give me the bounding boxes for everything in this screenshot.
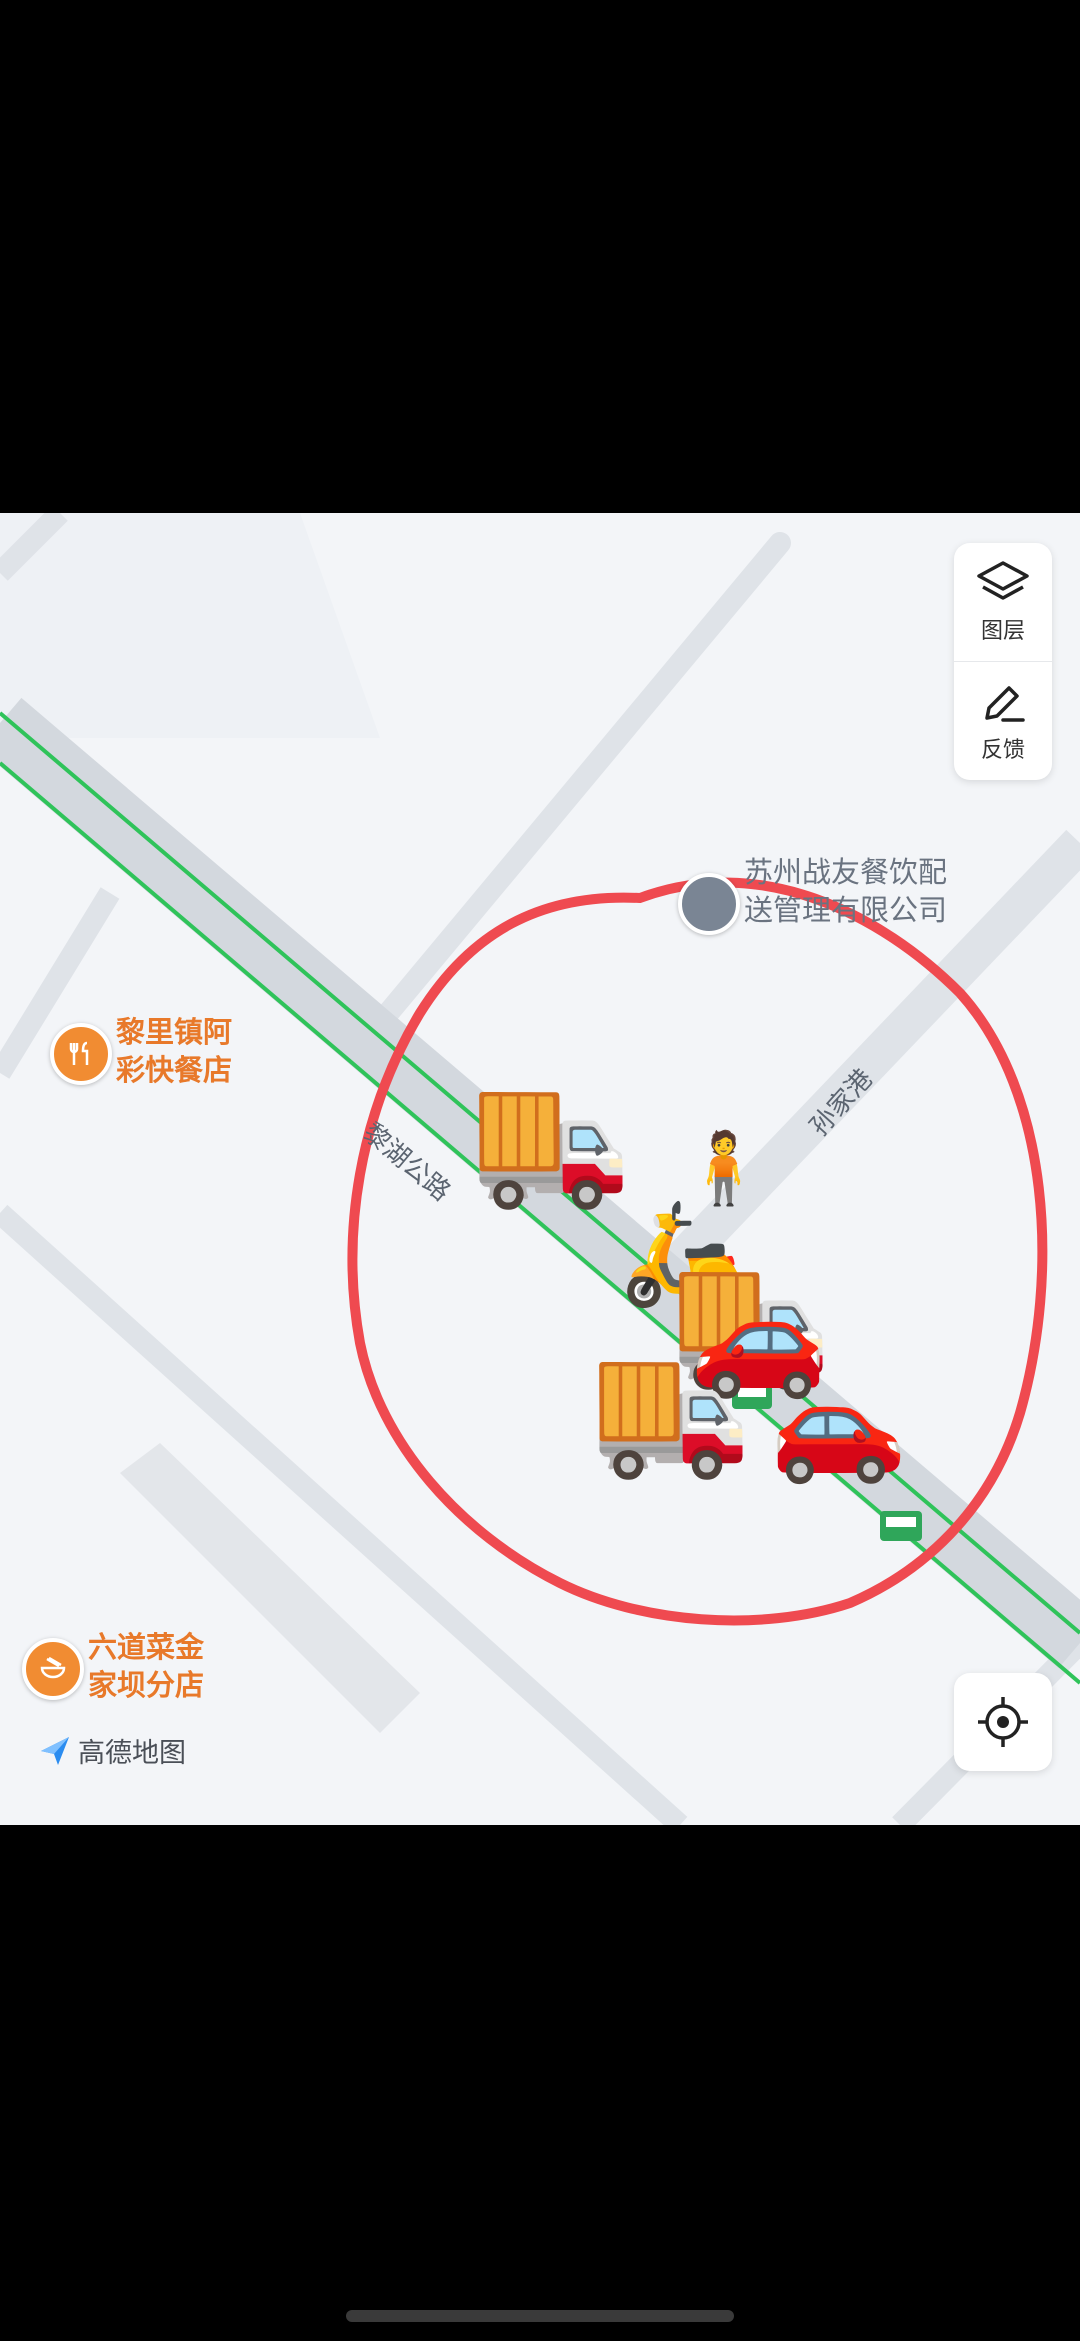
edit-pen-icon (985, 686, 1025, 722)
restaurant-poi-label[interactable]: 六道菜金 家坝分店 (88, 1628, 204, 1704)
provider-logo: 高德地图 (38, 1731, 186, 1770)
building-icon[interactable] (678, 873, 740, 935)
map-view[interactable]: 黎湖公路 孙家港 苏州战友餐饮配 送管理有限公司 黎里镇阿 彩快餐店 六道菜金 … (0, 513, 1080, 1825)
map-block (0, 513, 380, 738)
delivery-truck-icon: 🚚 (590, 1332, 752, 1484)
layers-button[interactable]: 图层 (954, 543, 1052, 661)
noodle-bowl-icon[interactable] (22, 1638, 84, 1700)
layers-icon (977, 561, 1029, 600)
amap-logo-icon (41, 1736, 69, 1765)
company-poi-label[interactable]: 苏州战友餐饮配 送管理有限公司 (744, 853, 947, 929)
person-icon: 🧍 (680, 1127, 768, 1209)
red-car-icon: 🚗 (770, 1359, 907, 1487)
restaurant-poi-label[interactable]: 黎里镇阿 彩快餐店 (116, 1013, 232, 1089)
delivery-truck-icon: 🚚 (470, 1062, 632, 1214)
provider-logo-text: 高德地图 (78, 1738, 186, 1769)
fork-knife-icon[interactable] (50, 1023, 112, 1085)
bus-stop-icon (880, 1511, 922, 1541)
layers-label: 图层 (980, 619, 1025, 644)
map-controls: 图层 反馈 (954, 543, 1052, 780)
home-indicator[interactable] (346, 2310, 734, 2322)
crosshair-icon (978, 1697, 1028, 1747)
feedback-button[interactable]: 反馈 (954, 661, 1052, 780)
minor-road (369, 532, 791, 1034)
locate-button[interactable] (954, 1673, 1052, 1771)
feedback-label: 反馈 (980, 738, 1025, 763)
